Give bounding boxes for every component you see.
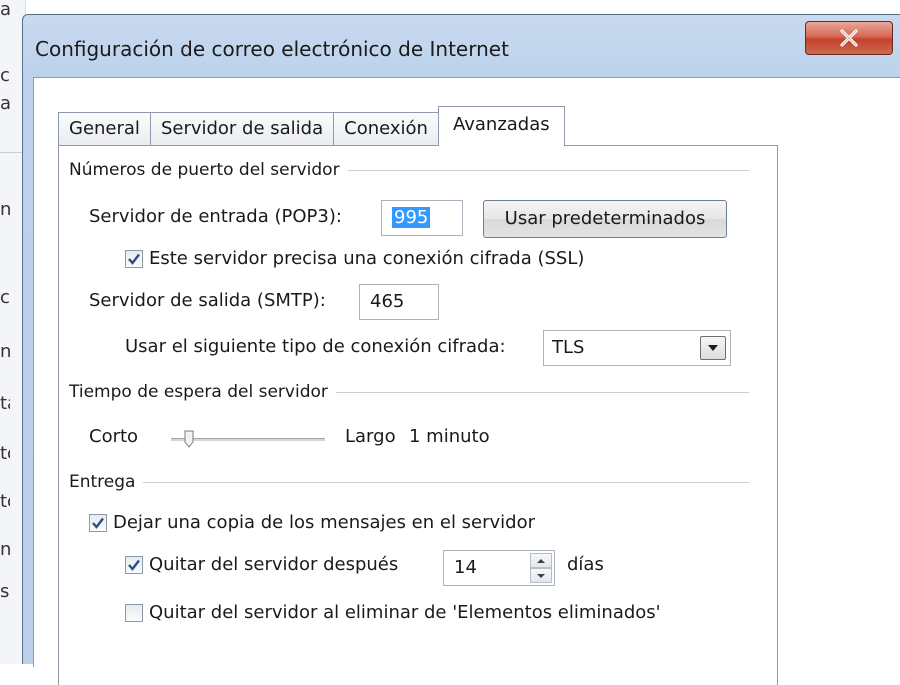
checkmark-icon xyxy=(92,517,104,529)
close-button[interactable] xyxy=(805,21,893,55)
checkmark-icon xyxy=(128,559,140,571)
leave-copy-checkbox[interactable]: Dejar una copia de los mensajes en el se… xyxy=(89,512,535,533)
background-text: to xyxy=(0,492,10,512)
checkmark-icon xyxy=(128,253,140,265)
dialog-title: Configuración de correo electrónico de I… xyxy=(35,37,509,61)
ports-group-header: Números de puerto del servidor xyxy=(69,160,749,180)
dropdown-arrow-button[interactable] xyxy=(700,336,726,360)
leave-copy-checkbox-label: Dejar una copia de los mensajes en el se… xyxy=(113,512,536,533)
background-text: a xyxy=(0,0,10,20)
stepper-down-button[interactable] xyxy=(530,568,552,583)
incoming-port-label: Servidor de entrada (POP3): xyxy=(89,206,342,227)
background-text: n xyxy=(0,342,10,362)
tab-strip: General Servidor de salida Conexión Avan… xyxy=(58,106,565,146)
encryption-type-label: Usar el siguiente tipo de conexión cifra… xyxy=(125,336,506,357)
group-divider xyxy=(335,391,749,393)
chevron-down-icon xyxy=(537,573,545,578)
use-defaults-button[interactable]: Usar predeterminados xyxy=(483,200,727,238)
timeout-group-label: Tiempo de espera del servidor xyxy=(69,382,328,402)
advanced-panel: Números de puerto del servidor Servidor … xyxy=(58,145,778,685)
remove-deleted-checkbox-box[interactable] xyxy=(125,603,143,622)
background-text: n xyxy=(0,200,10,220)
encryption-type-select[interactable]: TLS xyxy=(543,330,731,366)
days-stepper[interactable]: 14 xyxy=(443,550,555,586)
background-text: n xyxy=(0,540,10,560)
tab-general[interactable]: General xyxy=(58,112,151,146)
group-divider xyxy=(143,481,749,483)
close-icon xyxy=(840,29,858,47)
leave-copy-checkbox-box[interactable] xyxy=(89,513,107,532)
background-text: a xyxy=(0,94,10,114)
timeout-value-label: 1 minuto xyxy=(409,426,490,447)
remove-deleted-checkbox-label: Quitar del servidor al eliminar de 'Elem… xyxy=(149,602,661,623)
chevron-up-icon xyxy=(537,558,545,563)
outgoing-port-label: Servidor de salida (SMTP): xyxy=(89,290,326,311)
timeout-short-label: Corto xyxy=(89,426,139,447)
stepper-up-button[interactable] xyxy=(530,553,552,568)
group-divider xyxy=(347,169,749,171)
remove-after-checkbox-label: Quitar del servidor después xyxy=(149,554,399,575)
delivery-group-header: Entrega xyxy=(69,472,749,492)
timeout-slider-thumb[interactable] xyxy=(184,430,194,448)
incoming-port-value: 995 xyxy=(392,207,431,228)
ports-group-label: Números de puerto del servidor xyxy=(69,160,340,180)
timeout-group-header: Tiempo de espera del servidor xyxy=(69,382,749,402)
encryption-type-value: TLS xyxy=(552,337,585,358)
incoming-port-input[interactable]: 995 xyxy=(381,200,463,236)
ssl-checkbox-label: Este servidor precisa una conexión cifra… xyxy=(149,248,585,269)
background-text: c xyxy=(0,288,10,308)
tab-outgoing-server[interactable]: Servidor de salida xyxy=(149,112,335,146)
remove-deleted-checkbox[interactable]: Quitar del servidor al eliminar de 'Elem… xyxy=(125,602,661,623)
days-unit-label: días xyxy=(567,554,604,575)
days-value: 14 xyxy=(454,557,477,578)
outgoing-port-input[interactable]: 465 xyxy=(359,284,439,320)
chevron-down-icon xyxy=(708,345,718,351)
ssl-checkbox[interactable]: Este servidor precisa una conexión cifra… xyxy=(125,248,584,269)
background-text: s xyxy=(0,582,10,602)
remove-after-checkbox[interactable]: Quitar del servidor después xyxy=(125,554,398,575)
days-stepper-buttons xyxy=(530,553,552,583)
background-text: to xyxy=(0,444,10,464)
timeout-long-label: Largo xyxy=(345,426,396,447)
background-text: ci xyxy=(0,66,10,86)
dialog-body: General Servidor de salida Conexión Avan… xyxy=(33,77,900,685)
tab-connection[interactable]: Conexión xyxy=(333,112,439,146)
remove-after-checkbox-box[interactable] xyxy=(125,555,143,574)
tab-advanced[interactable]: Avanzadas xyxy=(437,106,565,146)
email-settings-dialog: Configuración de correo electrónico de I… xyxy=(22,14,900,685)
ssl-checkbox-box[interactable] xyxy=(125,249,143,268)
delivery-group-label: Entrega xyxy=(69,472,136,492)
background-text: ta xyxy=(0,394,10,414)
